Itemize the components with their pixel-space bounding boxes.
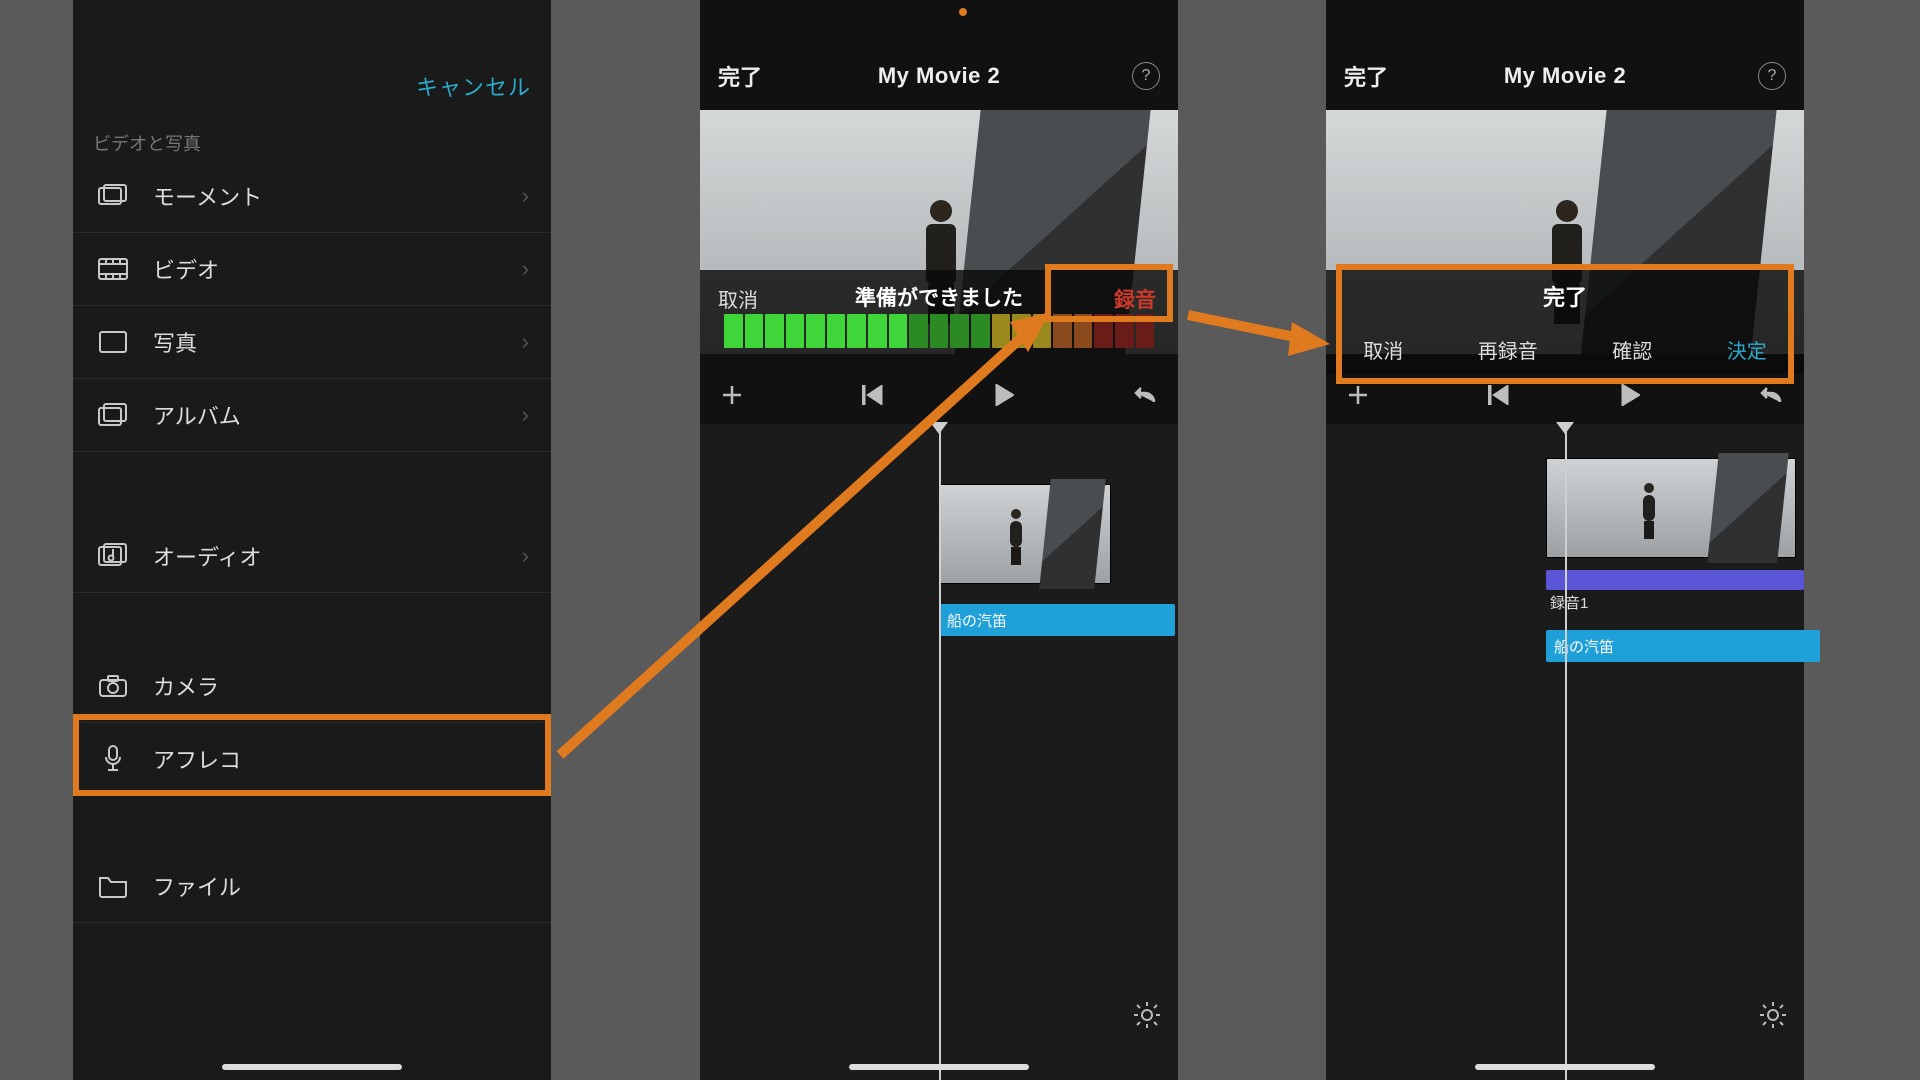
project-settings-button[interactable]	[1132, 1000, 1162, 1030]
editor-topbar: 完了 My Movie 2 ?	[700, 56, 1178, 96]
menu-label: オーディオ	[153, 540, 261, 572]
cancel-button[interactable]: キャンセル	[416, 70, 531, 102]
voiceover-controls: 取消 準備ができました 録音	[700, 270, 1178, 354]
project-settings-button[interactable]	[1758, 1000, 1788, 1030]
playhead[interactable]	[939, 424, 941, 1080]
microphone-icon	[97, 746, 129, 772]
voiceover-clip-label: 録音1	[1550, 592, 1588, 613]
menu-label: アフレコ	[153, 743, 241, 775]
audio-clip-label: 船の汽笛	[947, 610, 1007, 631]
done-button[interactable]: 完了	[1344, 60, 1388, 92]
transport-controls	[1326, 370, 1804, 424]
menu-item-albums[interactable]: アルバム ›	[73, 379, 551, 452]
menu-item-audio[interactable]: オーディオ ›	[73, 520, 551, 593]
help-button[interactable]: ?	[1758, 62, 1786, 90]
menu-item-voiceover[interactable]: アフレコ	[73, 723, 551, 796]
voiceover-status: 準備ができました	[700, 282, 1178, 312]
playhead-marker-icon	[930, 422, 948, 434]
menu-item-photos[interactable]: 写真 ›	[73, 306, 551, 379]
menu-label: 写真	[153, 326, 197, 358]
menu-label: アルバム	[153, 399, 241, 431]
result-review-button[interactable]: 確認	[1612, 335, 1652, 364]
video-clip[interactable]	[939, 484, 1111, 584]
audio-clip[interactable]: 船の汽笛	[1546, 630, 1820, 662]
menu-item-moments[interactable]: モーメント ›	[73, 160, 551, 233]
panel-media-picker: キャンセル ビデオと写真 モーメント › ビデオ ›	[73, 0, 551, 1080]
playhead-marker-icon	[1556, 422, 1574, 434]
editor-topbar: 完了 My Movie 2 ?	[1326, 56, 1804, 96]
annotation-arrow-2	[1180, 290, 1350, 370]
transport-controls	[700, 370, 1178, 424]
recording-dot-indicator	[959, 8, 967, 16]
filmstrip-icon	[97, 256, 129, 282]
add-media-button[interactable]	[1346, 383, 1370, 412]
folder-icon	[97, 873, 129, 899]
menu-label: ファイル	[153, 870, 241, 902]
skip-start-button[interactable]	[862, 385, 884, 410]
menu-item-camera[interactable]: カメラ	[73, 650, 551, 723]
audio-level-meter	[724, 314, 1154, 348]
menu-label: カメラ	[153, 670, 219, 702]
done-button[interactable]: 完了	[718, 60, 762, 92]
panel-done: 完了 My Movie 2 ? 完了 取消 再録音 確認 決定	[1326, 0, 1804, 1080]
video-clip[interactable]	[1546, 458, 1796, 558]
result-rerecord-button[interactable]: 再録音	[1478, 335, 1538, 364]
timeline[interactable]: 船の汽笛	[700, 424, 1178, 1080]
result-cancel-button[interactable]: 取消	[1363, 335, 1403, 364]
skip-start-button[interactable]	[1488, 385, 1510, 410]
timeline[interactable]: 録音1 船の汽笛	[1326, 424, 1804, 1080]
project-title: My Movie 2	[878, 63, 1000, 89]
voiceover-clip[interactable]	[1546, 570, 1804, 590]
tutorial-composite: キャンセル ビデオと写真 モーメント › ビデオ ›	[0, 0, 1920, 1080]
result-accept-button[interactable]: 決定	[1727, 335, 1767, 364]
help-button[interactable]: ?	[1132, 62, 1160, 90]
voiceover-status: 完了	[1326, 280, 1804, 312]
project-title: My Movie 2	[1504, 63, 1626, 89]
home-indicator[interactable]	[1475, 1064, 1655, 1070]
panel-ready: 完了 My Movie 2 ? 取消 準備ができました 録音	[700, 0, 1178, 1080]
photo-icon	[97, 329, 129, 355]
audio-icon	[97, 543, 129, 569]
undo-button[interactable]	[1132, 384, 1158, 411]
chevron-right-icon: ›	[522, 183, 529, 209]
voiceover-record-button[interactable]: 録音	[1114, 284, 1156, 314]
chevron-right-icon: ›	[522, 256, 529, 282]
menu-label: モーメント	[153, 180, 262, 212]
audio-clip[interactable]: 船の汽笛	[939, 604, 1175, 636]
play-button[interactable]	[994, 384, 1014, 411]
audio-clip-label: 船の汽笛	[1554, 636, 1614, 657]
undo-button[interactable]	[1758, 384, 1784, 411]
moments-icon	[97, 183, 129, 209]
album-icon	[97, 402, 129, 428]
camera-icon	[97, 673, 129, 699]
voiceover-result-options: 取消 再録音 確認 決定	[1326, 335, 1804, 364]
menu-item-video[interactable]: ビデオ ›	[73, 233, 551, 306]
chevron-right-icon: ›	[522, 402, 529, 428]
voiceover-result-controls: 完了 取消 再録音 確認 決定	[1326, 270, 1804, 374]
menu-label: ビデオ	[153, 253, 219, 285]
menu-item-files[interactable]: ファイル	[73, 850, 551, 923]
add-media-button[interactable]	[720, 383, 744, 412]
chevron-right-icon: ›	[522, 543, 529, 569]
section-header-video-photos: ビデオと写真	[93, 130, 201, 156]
home-indicator[interactable]	[222, 1064, 402, 1070]
playhead[interactable]	[1565, 424, 1567, 1080]
play-button[interactable]	[1620, 384, 1640, 411]
home-indicator[interactable]	[849, 1064, 1029, 1070]
chevron-right-icon: ›	[522, 329, 529, 355]
